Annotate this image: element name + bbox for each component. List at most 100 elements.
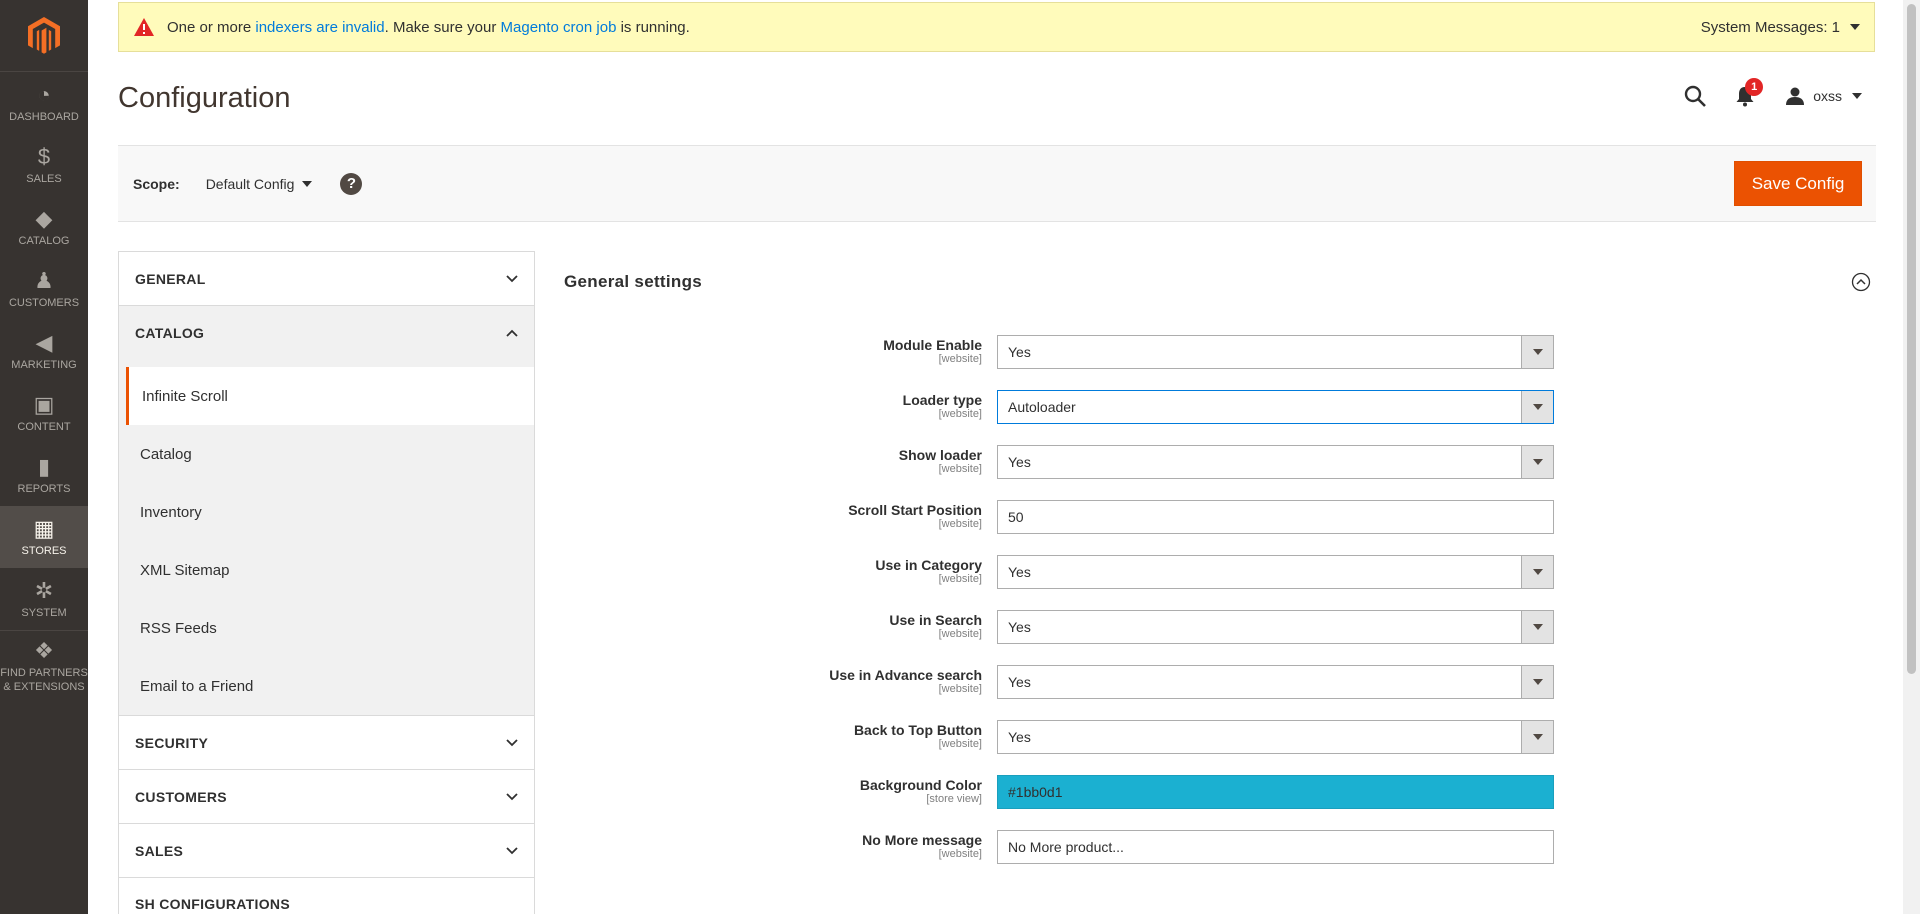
scope-value: Default Config — [205, 175, 295, 192]
field-use-in-search: Use in Search [website] Yes — [700, 610, 1555, 644]
message-text: is running. — [616, 18, 690, 36]
chevron-down-icon — [1532, 679, 1543, 685]
config-tabs: GENERAL CATALOG Infinite Scroll Catalog … — [118, 251, 535, 914]
nav-label: CUSTOMERS — [8, 296, 80, 309]
nav-item-dashboard[interactable]: ◔ DASHBOARD — [0, 72, 88, 134]
scope-hint: [website] — [938, 738, 982, 750]
nav-label: SALES — [26, 172, 62, 185]
chevron-down-icon — [506, 738, 518, 746]
scrollbar-thumb[interactable] — [1907, 4, 1916, 674]
nav-item-partners[interactable]: ❖ FIND PARTNERS & EXTENSIONS — [0, 630, 88, 702]
tab-catalog[interactable]: CATALOG — [118, 305, 535, 359]
back-to-top-button-select[interactable]: Yes — [997, 720, 1554, 754]
select-value: Yes — [1008, 729, 1031, 745]
system-message-text: One or more indexers are invalid. Make s… — [167, 19, 690, 36]
background-color-input[interactable]: #1bb0d1 — [997, 775, 1554, 809]
dashboard-icon: ◔ — [37, 81, 51, 107]
collapse-icon[interactable] — [1851, 272, 1871, 292]
use-in-search-select[interactable]: Yes — [997, 610, 1554, 644]
scope-dropdown[interactable]: Default Config — [206, 176, 313, 192]
chevron-down-icon — [1532, 404, 1543, 410]
scope-hint: [website] — [938, 848, 982, 860]
nav-item-system[interactable]: ✲ SYSTEM — [0, 568, 88, 630]
select-arrow[interactable] — [1521, 666, 1553, 698]
nav-item-sales[interactable]: $ SALES — [0, 134, 88, 196]
nav-label: CONTENT — [17, 420, 71, 433]
scope-hint: [website] — [938, 463, 982, 475]
select-arrow[interactable] — [1521, 721, 1553, 753]
label-text: Module Enable — [883, 337, 982, 353]
scroll-start-position-input[interactable]: 50 — [997, 500, 1554, 534]
nav-label: STORES — [21, 544, 67, 557]
select-arrow[interactable] — [1521, 446, 1553, 478]
chevron-down-icon — [302, 180, 313, 187]
use-in-advance-search-select[interactable]: Yes — [997, 665, 1554, 699]
select-arrow[interactable] — [1521, 611, 1553, 643]
select-arrow[interactable] — [1521, 556, 1553, 588]
save-config-button[interactable]: Save Config — [1734, 161, 1862, 206]
system-messages-toggle[interactable]: System Messages: 1 — [1701, 19, 1860, 36]
chevron-down-icon — [506, 274, 518, 282]
tab-item-rss-feeds[interactable]: RSS Feeds — [119, 599, 534, 657]
user-icon — [1786, 87, 1805, 105]
field-back-to-top-button: Back to Top Button [website] Yes — [700, 720, 1555, 754]
nav-item-customers[interactable]: ♟ CUSTOMERS — [0, 258, 88, 320]
user-account-menu[interactable]: oxss — [1785, 86, 1862, 106]
field-label: Use in Search [website] — [702, 612, 982, 640]
scope-hint: [website] — [938, 683, 982, 695]
loader-type-select[interactable]: Autoloader — [997, 390, 1554, 424]
field-scroll-start-position: Scroll Start Position [website] 50 — [700, 500, 1555, 534]
nav-item-content[interactable]: ▣ CONTENT — [0, 382, 88, 444]
general-settings-header[interactable]: General settings — [564, 272, 1871, 292]
scope-hint: [website] — [938, 353, 982, 365]
tab-item-email-to-friend[interactable]: Email to a Friend — [119, 657, 534, 715]
select-value: Yes — [1008, 344, 1031, 360]
warning-icon — [134, 18, 154, 36]
select-arrow[interactable] — [1521, 336, 1553, 368]
select-value: Yes — [1008, 564, 1031, 580]
tab-item-inventory[interactable]: Inventory — [119, 483, 534, 541]
module-enable-select[interactable]: Yes — [997, 335, 1554, 369]
nav-item-reports[interactable]: ▮ REPORTS — [0, 444, 88, 506]
field-use-in-advance-search: Use in Advance search [website] Yes — [700, 665, 1555, 699]
tab-item-catalog[interactable]: Catalog — [119, 425, 534, 483]
cron-job-link[interactable]: Magento cron job — [501, 19, 617, 36]
nav-item-catalog[interactable]: ◆ CATALOG — [0, 196, 88, 258]
chevron-down-icon — [1532, 349, 1543, 355]
tab-item-infinite-scroll[interactable]: Infinite Scroll — [126, 367, 534, 425]
no-more-message-input[interactable]: No More product... — [997, 830, 1554, 864]
scope-hint: [website] — [938, 408, 982, 420]
nav-label: FIND PARTNERS & EXTENSIONS — [0, 667, 88, 693]
use-in-category-select[interactable]: Yes — [997, 555, 1554, 589]
tab-sales[interactable]: SALES — [118, 823, 535, 877]
admin-sidebar: ◔ DASHBOARD $ SALES ◆ CATALOG ♟ CUSTOMER… — [0, 0, 88, 914]
section-title: General settings — [564, 272, 703, 291]
help-icon[interactable]: ? — [340, 172, 363, 195]
label-text: Use in Category — [875, 557, 982, 573]
tab-general[interactable]: GENERAL — [118, 251, 535, 305]
tab-label: SH CONFIGURATIONS — [135, 896, 290, 912]
field-show-loader: Show loader [website] Yes — [700, 445, 1555, 479]
dollar-icon: $ — [37, 143, 51, 169]
indexers-link[interactable]: indexers are invalid — [255, 19, 384, 36]
nav-label: DASHBOARD — [9, 110, 79, 123]
tab-label: CATALOG — [135, 324, 205, 341]
nav-item-stores[interactable]: ▦ STORES — [0, 506, 88, 568]
label-text: Background Color — [859, 777, 982, 793]
magento-logo[interactable] — [0, 0, 88, 72]
tab-security[interactable]: SECURITY — [118, 715, 535, 769]
select-value: Autoloader — [1008, 399, 1076, 415]
notifications-button[interactable]: 1 — [1733, 78, 1764, 108]
page-scrollbar[interactable] — [1903, 0, 1920, 914]
nav-item-marketing[interactable]: ◀ MARKETING — [0, 320, 88, 382]
field-label: Scroll Start Position [website] — [702, 502, 982, 530]
tab-label: SECURITY — [135, 734, 209, 751]
tab-customers[interactable]: CUSTOMERS — [118, 769, 535, 823]
tab-item-xml-sitemap[interactable]: XML Sitemap — [119, 541, 534, 599]
field-label: Back to Top Button [website] — [702, 722, 982, 750]
show-loader-select[interactable]: Yes — [997, 445, 1554, 479]
search-icon[interactable] — [1683, 84, 1707, 108]
tab-more[interactable]: SH CONFIGURATIONS — [118, 877, 535, 914]
page-title: Configuration — [118, 82, 291, 114]
select-arrow[interactable] — [1521, 391, 1553, 423]
